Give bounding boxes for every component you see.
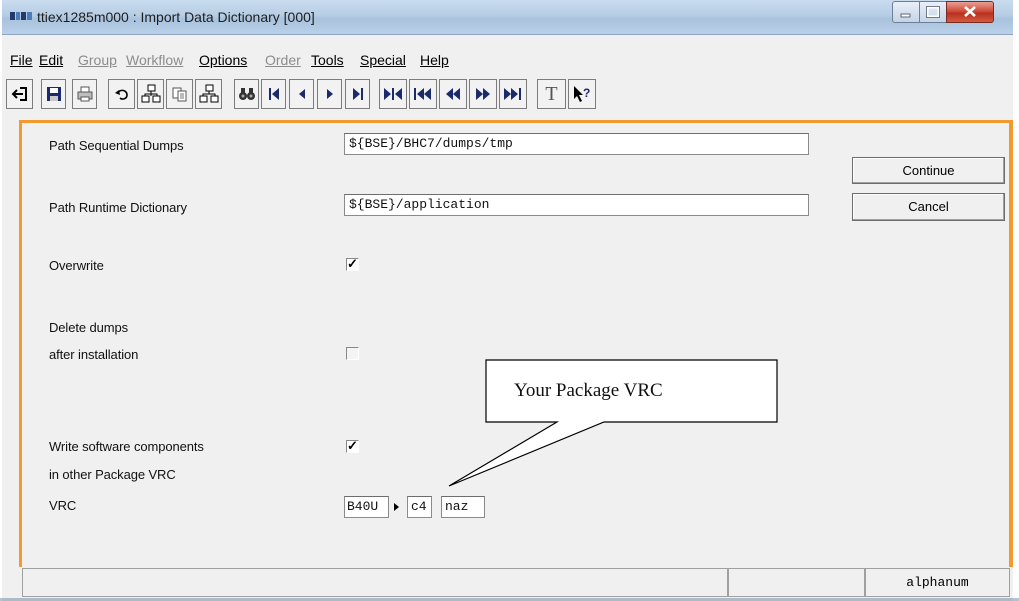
path-runtime-dictionary-input[interactable]: ${BSE}/application bbox=[344, 194, 809, 216]
callout-text: Your Package VRC bbox=[514, 380, 663, 401]
menu-options[interactable]: Options bbox=[199, 52, 247, 68]
first-set-icon bbox=[384, 88, 402, 100]
menu-order[interactable]: Order bbox=[265, 52, 301, 68]
exit-button[interactable] bbox=[6, 79, 33, 109]
label-overwrite: Overwrite bbox=[49, 258, 104, 273]
undo-button[interactable] bbox=[108, 79, 135, 109]
menu-workflow[interactable]: Workflow bbox=[126, 52, 183, 68]
print-button[interactable] bbox=[72, 79, 97, 109]
text-icon: T bbox=[545, 82, 558, 105]
label-path-runtime-dictionary: Path Runtime Dictionary bbox=[49, 200, 187, 215]
label-write-software-components: Write software components bbox=[49, 439, 204, 454]
previous-set-icon bbox=[414, 88, 431, 100]
label-path-sequential-dumps: Path Sequential Dumps bbox=[49, 138, 184, 153]
path-sequential-dumps-input[interactable]: ${BSE}/BHC7/dumps/tmp bbox=[344, 133, 809, 155]
cancel-button[interactable]: Cancel bbox=[852, 193, 1005, 221]
help-pointer-icon: ? bbox=[574, 86, 590, 102]
vrc-customer-input[interactable]: naz bbox=[441, 496, 485, 518]
insert-record-icon bbox=[141, 84, 160, 103]
label-after-installation: after installation bbox=[49, 347, 139, 362]
next-icon bbox=[326, 89, 333, 99]
menu-bar: File Edit Group Workflow Options Order T… bbox=[2, 50, 1013, 72]
menu-special[interactable]: Special bbox=[360, 52, 406, 68]
continue-button[interactable]: Continue bbox=[852, 157, 1005, 184]
close-icon bbox=[964, 6, 976, 17]
title-bar[interactable]: ttiex1285m000 : Import Data Dictionary [… bbox=[2, 0, 1013, 35]
label-in-other-package-vrc: in other Package VRC bbox=[49, 467, 176, 482]
last-set-icon bbox=[504, 88, 521, 100]
maximize-button[interactable] bbox=[919, 1, 947, 23]
vrc-package-input[interactable]: B40U bbox=[344, 496, 389, 518]
copy-button[interactable] bbox=[166, 79, 193, 109]
insert-button[interactable] bbox=[137, 79, 164, 109]
menu-group[interactable]: Group bbox=[78, 52, 117, 68]
next-record-button[interactable] bbox=[317, 79, 342, 109]
maximize-icon bbox=[926, 6, 940, 18]
status-field bbox=[728, 568, 865, 597]
menu-help[interactable]: Help bbox=[420, 52, 449, 68]
page-forward-button[interactable] bbox=[469, 79, 497, 109]
menu-tools[interactable]: Tools bbox=[311, 52, 344, 68]
status-message bbox=[22, 568, 728, 597]
write-components-checkbox[interactable]: ✓ bbox=[346, 438, 359, 453]
status-bar: alphanum bbox=[22, 568, 1010, 598]
application-window: ttiex1285m000 : Import Data Dictionary [… bbox=[2, 0, 1013, 601]
printer-icon bbox=[77, 86, 92, 102]
toolbar: T ? bbox=[2, 78, 1013, 112]
rewind-icon bbox=[446, 88, 460, 100]
form-panel bbox=[19, 120, 1013, 567]
save-icon bbox=[46, 87, 61, 101]
checkmark-icon: ✓ bbox=[347, 256, 358, 271]
first-record-icon bbox=[268, 88, 279, 100]
previous-set-button[interactable] bbox=[409, 79, 437, 109]
label-delete-dumps: Delete dumps bbox=[49, 320, 129, 335]
close-button[interactable] bbox=[946, 1, 994, 23]
delete-button[interactable] bbox=[195, 79, 222, 109]
text-button[interactable]: T bbox=[537, 79, 566, 109]
label-vrc: VRC bbox=[49, 498, 77, 513]
app-icon bbox=[10, 12, 32, 20]
delete-dumps-checkbox[interactable] bbox=[346, 347, 359, 360]
fast-forward-icon bbox=[476, 88, 490, 100]
last-record-button[interactable] bbox=[345, 79, 370, 109]
previous-icon bbox=[298, 89, 305, 99]
exit-icon bbox=[11, 87, 27, 101]
first-record-button[interactable] bbox=[261, 79, 286, 109]
find-button[interactable] bbox=[234, 79, 259, 109]
first-set-button[interactable] bbox=[379, 79, 407, 109]
last-record-icon bbox=[352, 88, 363, 100]
svg-text:?: ? bbox=[583, 86, 590, 100]
minimize-icon bbox=[900, 13, 911, 18]
last-set-button[interactable] bbox=[499, 79, 527, 109]
checkmark-icon: ✓ bbox=[347, 438, 358, 453]
undo-icon bbox=[114, 89, 128, 100]
binoculars-icon bbox=[238, 88, 255, 100]
copy-icon bbox=[172, 87, 186, 102]
menu-edit[interactable]: Edit bbox=[39, 52, 63, 68]
window-title: ttiex1285m000 : Import Data Dictionary [… bbox=[37, 9, 315, 25]
vrc-release-input[interactable]: c4 bbox=[407, 496, 432, 518]
save-button[interactable] bbox=[41, 79, 66, 109]
minimize-button[interactable] bbox=[892, 1, 920, 23]
menu-file[interactable]: File bbox=[10, 52, 33, 68]
previous-record-button[interactable] bbox=[289, 79, 314, 109]
vrc-zoom-arrow-icon[interactable] bbox=[393, 502, 400, 512]
page-back-button[interactable] bbox=[439, 79, 467, 109]
status-field-type: alphanum bbox=[865, 568, 1010, 597]
delete-record-icon bbox=[199, 84, 218, 103]
overwrite-checkbox[interactable]: ✓ bbox=[346, 256, 359, 271]
context-help-button[interactable]: ? bbox=[568, 79, 596, 109]
